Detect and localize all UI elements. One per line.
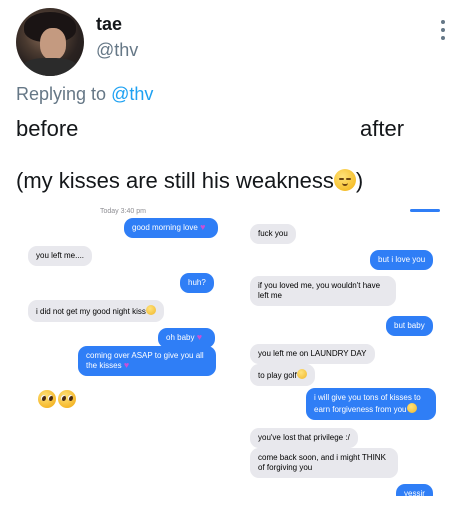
replying-to-link[interactable]: @thv bbox=[111, 84, 153, 104]
message-bubble: i will give you tons of kisses to earn f… bbox=[306, 388, 436, 420]
after-screenshot[interactable]: fuck you but i love you if you loved me,… bbox=[246, 206, 446, 496]
pleading-emojis bbox=[38, 390, 76, 408]
tweet-text-after: after bbox=[360, 116, 405, 141]
purple-heart-emoji: ♥ bbox=[123, 360, 130, 370]
message-bubble: coming over ASAP to give you all the kis… bbox=[78, 346, 216, 376]
more-vertical-icon[interactable] bbox=[440, 20, 446, 40]
purple-heart-emoji: ♥ bbox=[200, 222, 206, 232]
chat-timestamp: Today 3:40 pm bbox=[100, 208, 146, 215]
message-bubble: yessir bbox=[396, 484, 433, 496]
message-bubble: if you loved me, you wouldn't have left … bbox=[250, 276, 396, 306]
caption-end: ) bbox=[355, 168, 364, 193]
replying-prefix: Replying to bbox=[16, 84, 107, 104]
relieved-face-emoji bbox=[333, 169, 356, 191]
tweet-text-before: before bbox=[16, 116, 79, 141]
avatar-shirt bbox=[20, 58, 80, 76]
display-name[interactable]: tae bbox=[96, 14, 122, 35]
message-bubble: huh? bbox=[180, 273, 214, 293]
message-bubble: come back soon, and i might THINK of for… bbox=[250, 448, 398, 478]
face-emoji bbox=[406, 403, 417, 413]
avatar[interactable] bbox=[16, 8, 84, 76]
message-bubble: oh baby ♥ bbox=[158, 328, 215, 348]
message-bubble: fuck you bbox=[250, 224, 296, 244]
message-bubble-edge bbox=[410, 209, 440, 212]
user-handle[interactable]: @thv bbox=[96, 40, 138, 61]
avatar-face bbox=[40, 28, 66, 60]
message-bubble: good morning love ♥ bbox=[124, 218, 219, 238]
caption-text: (my kisses are still his weakness bbox=[16, 168, 334, 193]
replying-to: Replying to @thv bbox=[16, 84, 153, 105]
pleading-face-emoji bbox=[38, 390, 56, 408]
message-bubble: but i love you bbox=[370, 250, 434, 270]
purple-heart-emoji: ♥ bbox=[196, 332, 203, 342]
message-bubble: but baby bbox=[386, 316, 433, 336]
smirk-emoji bbox=[145, 305, 156, 315]
message-bubble: to play golf bbox=[250, 364, 315, 386]
smirk-emoji bbox=[296, 369, 307, 379]
pleading-face-emoji bbox=[58, 390, 76, 408]
tweet-caption: (my kisses are still his weakness) bbox=[16, 168, 363, 194]
before-screenshot[interactable]: Today 3:40 pm good morning love ♥ you le… bbox=[24, 206, 220, 496]
message-bubble: i did not get my good night kiss bbox=[28, 300, 164, 322]
message-bubble: you've lost that privilege :/ bbox=[250, 428, 358, 448]
message-bubble: you left me on LAUNDRY DAY bbox=[250, 344, 375, 364]
message-bubble: you left me.... bbox=[28, 246, 93, 266]
